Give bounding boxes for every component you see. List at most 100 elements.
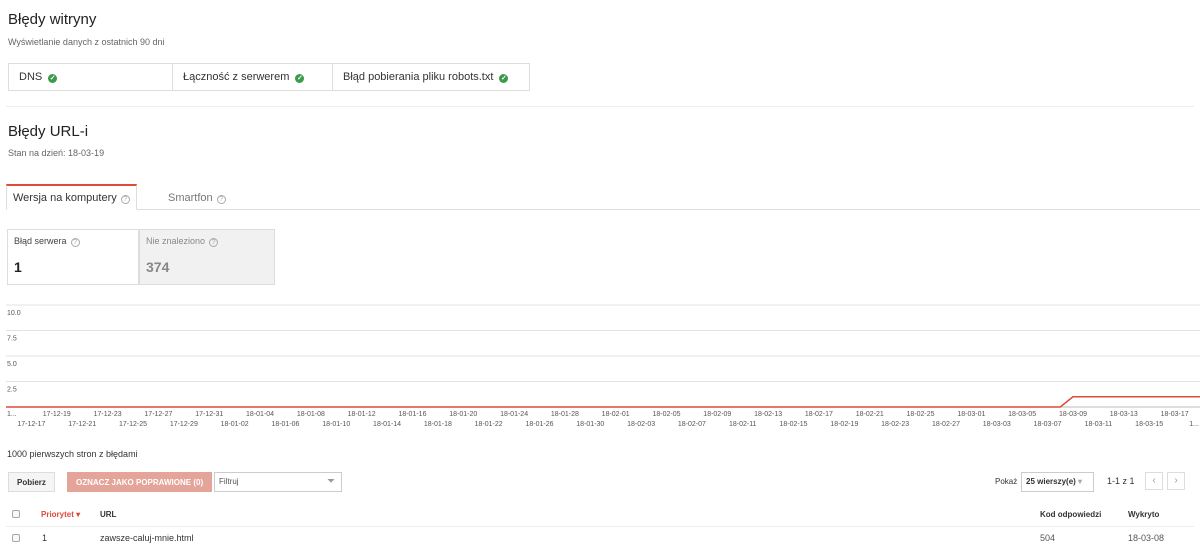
check-icon: ✓ bbox=[48, 74, 58, 83]
server-connectivity-status[interactable]: Łączność z serwerem ✓ bbox=[173, 64, 333, 90]
chart-y-tick-label: 2.5 bbox=[7, 387, 17, 394]
chart-x-tick-label: 18-01-20 bbox=[449, 411, 477, 418]
chart-x-tick-label: 18-02-23 bbox=[881, 421, 909, 428]
site-errors-status-bar: DNS ✓ Łączność z serwerem ✓ Błąd pobierani… bbox=[8, 63, 530, 91]
metric-label: Nie znaleziono? bbox=[146, 236, 268, 247]
chart-x-tick-label: 17-12-25 bbox=[119, 421, 147, 428]
chart-x-tick-label: 18-01-16 bbox=[398, 411, 426, 418]
chart-x-tick-label: 18-01-14 bbox=[373, 421, 401, 428]
chart-x-tick-label: 18-01-04 bbox=[246, 411, 274, 418]
download-button[interactable]: Pobierz bbox=[8, 472, 55, 492]
metric-not-found[interactable]: Nie znaleziono? 374 bbox=[139, 229, 275, 285]
errors-chart: 10.0 7.5 5.0 2.5 1... 17-12-19 17-12-23 17-12-2… bbox=[6, 303, 1200, 431]
chart-x-tick-label: 18-03-13 bbox=[1110, 411, 1138, 418]
table-title: 1000 pierwszych stron z błędami bbox=[7, 449, 138, 459]
chart-x-tick-label: 18-03-11 bbox=[1085, 421, 1113, 428]
chart-x-tick-label: 18-03-09 bbox=[1059, 411, 1087, 418]
metric-label: Błąd serwera? bbox=[14, 236, 132, 247]
metric-value: 1 bbox=[14, 259, 22, 275]
chart-y-tick-label: 5.0 bbox=[7, 361, 17, 368]
prev-page-button[interactable]: ‹ bbox=[1145, 472, 1163, 490]
row-response-code: 504 bbox=[1040, 533, 1056, 543]
row-checkbox[interactable] bbox=[12, 534, 20, 542]
column-url[interactable]: URL bbox=[100, 510, 116, 519]
dns-label: DNS bbox=[19, 71, 43, 83]
chart-x-tick-label: 18-01-06 bbox=[271, 421, 299, 428]
chart-x-tick-label: 18-02-09 bbox=[703, 411, 731, 418]
next-page-button[interactable]: › bbox=[1167, 472, 1185, 490]
chart-x-tick-label: 18-02-07 bbox=[678, 421, 706, 428]
robots-fetch-status[interactable]: Błąd pobierania pliku robots.txt ✓ bbox=[333, 64, 529, 90]
chart-x-tick-label: 18-02-19 bbox=[830, 421, 858, 428]
rows-per-page-value: 25 wierszy(e) bbox=[1026, 477, 1076, 486]
tab-smartphone[interactable]: Smartfon? bbox=[162, 186, 232, 210]
tab-desktop[interactable]: Wersja na komputery? bbox=[6, 184, 137, 210]
url-errors-title: Błędy URL-i bbox=[8, 123, 89, 140]
metric-server-error[interactable]: Błąd serwera? 1 bbox=[7, 229, 139, 285]
chart-y-tick-label: 10.0 bbox=[7, 310, 21, 317]
chart-x-tick-label: 17-12-19 bbox=[43, 411, 71, 418]
select-all-checkbox[interactable] bbox=[12, 510, 20, 518]
site-errors-subtitle: Wyświetlanie danych z ostatnich 90 dni bbox=[8, 37, 165, 47]
chart-x-tick-label: 18-01-10 bbox=[322, 421, 350, 428]
chart-x-tick-label: 18-01-26 bbox=[525, 421, 553, 428]
row-url[interactable]: zawsze-caluj-mnie.html bbox=[100, 533, 194, 543]
chart-x-tick-label: 18-02-15 bbox=[780, 421, 808, 428]
chart-x-tick-label: 17-12-31 bbox=[195, 411, 223, 418]
tab-smartphone-label: Smartfon bbox=[168, 192, 213, 204]
chart-y-tick-label: 7.5 bbox=[7, 336, 17, 343]
errors-chart-svg: 10.0 7.5 5.0 2.5 1... 17-12-19 17-12-23 17-12-2… bbox=[6, 304, 1200, 428]
chart-x-tick-label: 18-02-21 bbox=[856, 411, 884, 418]
chart-x-tick-label: 17-12-29 bbox=[170, 421, 198, 428]
chart-x-tick-label: 18-01-02 bbox=[221, 421, 249, 428]
column-priority[interactable]: Priorytet ▾ bbox=[41, 510, 80, 519]
show-label: Pokaż bbox=[995, 477, 1018, 486]
chart-x-tick-label: 17-12-17 bbox=[17, 421, 45, 428]
column-detected[interactable]: Wykryto bbox=[1128, 510, 1159, 519]
chart-series-line bbox=[6, 396, 1200, 408]
chart-x-tick-label: 18-03-01 bbox=[957, 411, 985, 418]
chart-x-tick-label: 17-12-23 bbox=[94, 411, 122, 418]
metric-value: 374 bbox=[146, 259, 170, 275]
column-response-code[interactable]: Kod odpowiedzi bbox=[1040, 510, 1101, 519]
robots-fetch-label: Błąd pobierania pliku robots.txt bbox=[343, 71, 494, 83]
chart-x-tick-label: 1... bbox=[1189, 421, 1199, 428]
chart-x-tick-label: 18-02-05 bbox=[652, 411, 680, 418]
chart-x-tick-label: 18-02-27 bbox=[932, 421, 960, 428]
chart-x-tick-label: 1... bbox=[7, 411, 17, 418]
rows-per-page-select[interactable]: 25 wierszy(e) ▾ bbox=[1021, 472, 1094, 492]
dns-status[interactable]: DNS ✓ bbox=[9, 64, 173, 90]
chart-x-tick-label: 18-03-15 bbox=[1135, 421, 1163, 428]
filter-placeholder: Filtruj bbox=[219, 477, 239, 486]
chart-x-tick-label: 18-01-22 bbox=[475, 421, 503, 428]
help-icon[interactable]: ? bbox=[70, 238, 80, 247]
section-divider bbox=[6, 106, 1194, 107]
tab-desktop-label: Wersja na komputery bbox=[13, 192, 117, 204]
server-connectivity-label: Łączność z serwerem bbox=[183, 71, 290, 83]
filter-icon[interactable]: ⏷ bbox=[327, 473, 335, 491]
table-row[interactable]: 1 zawsze-caluj-mnie.html 504 18-03-08 bbox=[6, 529, 1194, 549]
chart-x-tick-label: 18-02-01 bbox=[602, 411, 630, 418]
chart-x-tick-label: 18-03-05 bbox=[1008, 411, 1036, 418]
chart-x-tick-label: 18-02-03 bbox=[627, 421, 655, 428]
chart-x-tick-label: 18-03-07 bbox=[1034, 421, 1062, 428]
chart-x-tick-label: 18-01-18 bbox=[424, 421, 452, 428]
check-icon: ✓ bbox=[295, 74, 305, 83]
mark-fixed-button[interactable]: OZNACZ JAKO POPRAWIONE (0) bbox=[67, 472, 213, 492]
pagination-info: 1-1 z 1 bbox=[1107, 476, 1135, 486]
chart-x-tick-label: 18-03-17 bbox=[1161, 411, 1189, 418]
help-icon[interactable]: ? bbox=[216, 195, 226, 204]
chart-x-tick-label: 18-01-24 bbox=[500, 411, 528, 418]
table-header-divider bbox=[6, 526, 1194, 527]
help-icon[interactable]: ? bbox=[120, 195, 130, 204]
chart-x-tick-label: 18-02-25 bbox=[907, 411, 935, 418]
help-icon[interactable]: ? bbox=[209, 238, 219, 247]
url-errors-subtitle: Stan na dzień: 18-03-19 bbox=[8, 148, 105, 158]
chart-x-tick-label: 18-01-08 bbox=[297, 411, 325, 418]
filter-input[interactable]: Filtruj ⏷ bbox=[214, 472, 342, 492]
chart-x-tick-label: 17-12-27 bbox=[144, 411, 172, 418]
row-detected: 18-03-08 bbox=[1128, 533, 1165, 543]
sort-desc-icon: ▾ bbox=[73, 510, 81, 519]
site-errors-title: Błędy witryny bbox=[8, 11, 97, 28]
row-priority: 1 bbox=[42, 533, 48, 543]
